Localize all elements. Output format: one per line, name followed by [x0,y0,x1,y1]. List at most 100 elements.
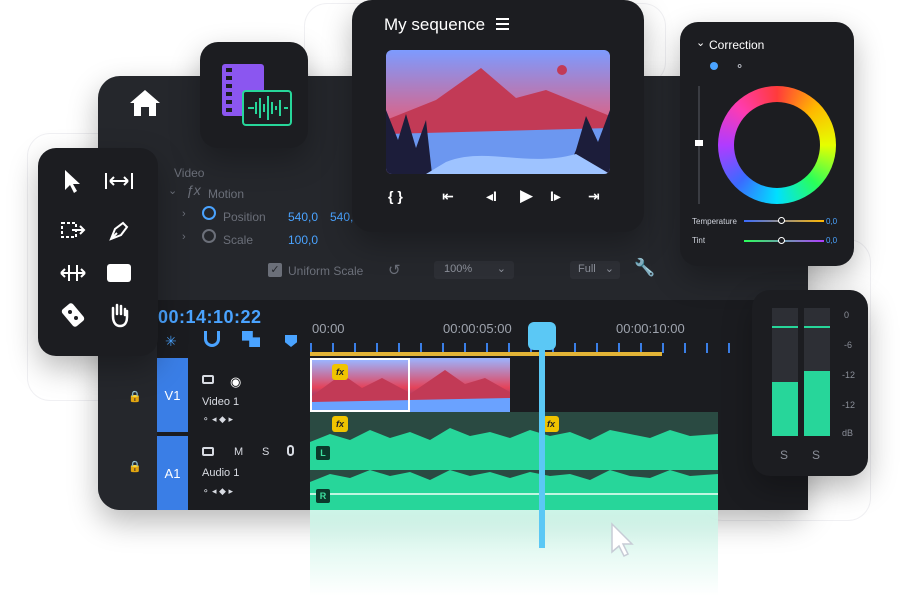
video-clip-2[interactable] [410,358,510,412]
uniform-scale-label: Uniform Scale [288,264,364,278]
microphone-icon[interactable] [287,445,294,456]
timecode-display[interactable]: 00:14:10:22 [158,307,262,328]
playhead-line[interactable] [539,348,545,548]
ripple-edit-icon [105,173,133,189]
single-color-tab[interactable] [710,62,718,70]
brightness-slider[interactable] [695,86,703,204]
chevron-down-icon[interactable]: ⌄ [696,36,705,49]
track-select-icon [61,222,86,238]
position-y-value[interactable]: 540, [330,210,353,224]
quality-select[interactable]: Full ⌄ [570,261,620,279]
selection-tool-button[interactable] [54,162,92,200]
hamburger-icon[interactable] [496,18,509,30]
audio-track-label[interactable]: A1 [157,436,188,510]
audio-meters-panel: 0 -6 -12 -12 dB S S [752,290,868,476]
lock-icon[interactable]: 🔒 [128,390,142,403]
track-header-column [98,356,157,510]
go-to-in-button[interactable]: ⇤ [442,188,454,205]
step-forward-button[interactable]: I▸ [550,188,561,205]
temperature-label: Temperature [692,217,737,226]
tint-slider[interactable] [744,237,824,244]
stopwatch-icon[interactable] [202,206,216,220]
temperature-value[interactable]: 0,0 [826,217,837,226]
zoom-select[interactable]: 100% ⌄ [434,261,514,279]
slip-icon [60,265,86,281]
meter-scale-0: 0 [844,310,850,320]
wrench-icon[interactable]: 🔧 [634,258,655,278]
audio-clip[interactable] [310,412,718,510]
fx-badge[interactable]: fx [332,364,348,380]
playhead-handle[interactable] [528,322,556,350]
meter-right [804,308,830,436]
camera-icon[interactable] [202,375,214,384]
meter-right-fill [804,371,830,436]
razor-icon [61,303,85,327]
mouse-cursor-icon [611,522,634,558]
play-button[interactable]: ▶ [520,186,533,206]
position-x-value[interactable]: 540,0 [288,210,318,224]
color-wheel[interactable] [718,86,836,204]
motion-label: Motion [208,187,245,201]
right-channel-label: R [316,489,330,503]
zoom-value: 100% [444,263,473,275]
eye-icon[interactable]: ◉ [230,374,241,390]
rectangle-tool-button[interactable] [100,254,138,292]
razor-tool-button[interactable] [54,296,92,334]
position-label: Position [223,210,266,224]
lock-icon[interactable]: 🔒 [128,460,142,473]
go-to-out-button[interactable]: ⇥ [588,188,600,205]
slip-tool-button[interactable] [54,254,92,292]
home-button[interactable] [128,88,162,118]
solo-right-button[interactable]: S [812,448,820,462]
temperature-slider[interactable] [744,217,824,224]
meter-scale-12a: -12 [842,370,856,380]
reset-icon[interactable]: ↺ [388,261,401,279]
pen-icon [109,221,129,241]
pen-tool-button[interactable] [100,212,138,250]
keyframe-nav-icon[interactable]: ⚬ ◂ ◆ ▸ [202,414,233,425]
tools-panel [38,148,158,356]
keyframe-nav-icon[interactable]: ⚬ ◂ ◆ ▸ [202,486,233,497]
snap-icon[interactable]: ✳ [165,333,177,350]
rectangle-icon [107,264,131,282]
camera-icon[interactable] [202,447,214,456]
audio-reflection [310,510,718,596]
track-select-tool-button[interactable] [54,212,92,250]
effects-section-label: Video [174,166,205,180]
ruler-label-0: 00:00 [312,321,345,336]
chevron-down-icon[interactable]: ⌄ [168,184,177,197]
step-back-button[interactable]: ◂I [486,188,497,205]
chevron-right-icon[interactable]: › [182,208,186,220]
program-preview[interactable] [386,50,610,174]
uniform-scale-checkbox[interactable]: ✓ [268,263,282,277]
quality-value: Full [578,263,596,275]
fx-badge[interactable]: fx [332,416,348,432]
solo-left-button[interactable]: S [780,448,788,462]
magnet-icon[interactable] [204,331,220,347]
stopwatch-icon[interactable] [202,229,216,243]
fx-badge[interactable]: fx [543,416,559,432]
meter-right-peak [804,326,830,328]
scale-label: Scale [223,233,254,247]
left-channel-label: L [316,446,330,460]
audio-wave-icon[interactable] [242,90,292,126]
ruler-label-10s: 00:00:10:00 [616,321,685,336]
video-track-name: Video 1 [202,396,240,408]
tint-value[interactable]: 0,0 [826,236,837,245]
scale-value[interactable]: 100,0 [288,233,318,247]
hand-tool-button[interactable] [100,296,138,334]
video-track-label[interactable]: V1 [157,358,188,432]
meter-scale-db: dB [842,428,854,438]
mountain-thumbnail [410,370,510,412]
mark-in-out-button[interactable]: { } [388,188,403,204]
ripple-edit-tool-button[interactable] [100,162,138,200]
solo-button[interactable]: S [262,446,269,458]
video-clip-1[interactable] [310,358,410,412]
chevron-right-icon[interactable]: › [182,231,186,243]
correction-panel: ⌄ Correction ⚬ Temperature 0,0 Tint 0,0 [680,22,854,266]
work-area-bar[interactable] [310,352,662,356]
mute-button[interactable]: M [234,446,243,458]
meter-left-peak [772,326,798,328]
multi-color-tab-icon[interactable]: ⚬ [735,60,744,73]
fx-icon: ƒx [186,182,201,198]
